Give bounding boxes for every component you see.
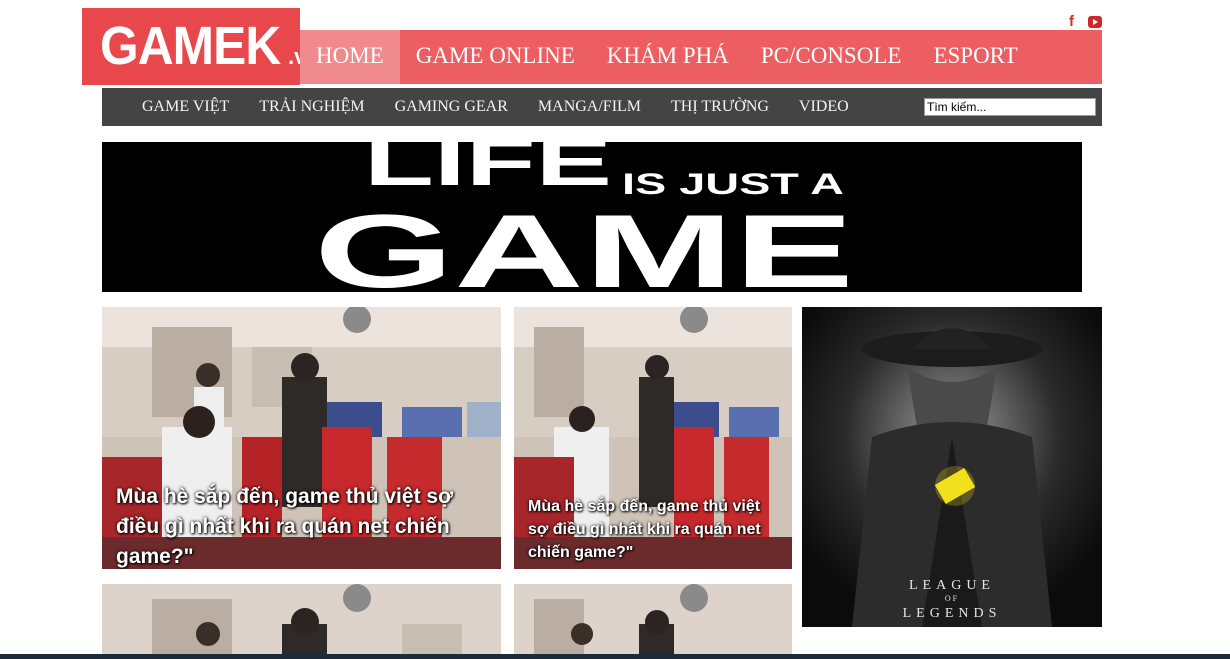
subnav-video[interactable]: VIDEO xyxy=(784,98,864,116)
ad-line-of: OF xyxy=(945,594,959,603)
nav-home[interactable]: HOME xyxy=(300,30,400,84)
article-photo-4 xyxy=(514,584,792,659)
subnav-gaming-gear[interactable]: GAMING GEAR xyxy=(380,98,523,116)
subnav-manga-film[interactable]: MANGA/FILM xyxy=(523,98,656,116)
nav-kham-pha[interactable]: KHÁM PHÁ xyxy=(591,30,745,84)
article-card-2[interactable]: Mùa hè sắp đến, game thủ việt sợ điều gì… xyxy=(514,307,792,569)
banner-line-game: GAME xyxy=(314,194,854,292)
nav-pc-console[interactable]: PC/CONSOLE xyxy=(745,30,918,84)
facebook-icon[interactable]: f xyxy=(1069,13,1074,30)
article-title-1[interactable]: Mùa hè sắp đến, game thủ việt sợ điều gì… xyxy=(116,482,486,569)
article-card-1[interactable]: Mùa hè sắp đến, game thủ việt sợ điều gì… xyxy=(102,307,501,569)
banner-life-is-just-a-game[interactable]: LIFE IS JUST A GAME xyxy=(102,142,1082,292)
article-card-3[interactable] xyxy=(102,584,501,659)
article-card-4[interactable] xyxy=(514,584,792,659)
nav-game-online[interactable]: GAME ONLINE xyxy=(400,30,591,84)
league-of-legends-ad[interactable]: LEAGUE OF LEGENDS xyxy=(802,307,1102,627)
taskbar-strip xyxy=(0,654,1230,659)
article-photo-3 xyxy=(102,584,501,659)
article-title-2[interactable]: Mùa hè sắp đến, game thủ việt sợ điều gì… xyxy=(528,495,773,564)
main-nav: HOME GAME ONLINE KHÁM PHÁ PC/CONSOLE ESP… xyxy=(300,30,1102,84)
logo-text: GAMEK xyxy=(100,16,281,76)
ad-line-legends: LEGENDS xyxy=(903,606,1002,621)
social-links: f xyxy=(1069,13,1102,30)
ad-line-league: LEAGUE xyxy=(909,578,995,593)
subnav-game-viet[interactable]: GAME VIỆT xyxy=(127,98,244,116)
youtube-icon[interactable] xyxy=(1088,15,1102,28)
subnav-thi-truong[interactable]: THỊ TRƯỜNG xyxy=(656,98,784,116)
banner-line-life: LIFE xyxy=(364,142,612,200)
search-input[interactable] xyxy=(924,98,1096,116)
nav-esport[interactable]: ESPORT xyxy=(917,30,1033,84)
subnav-trai-nghiem[interactable]: TRẢI NGHIỆM xyxy=(244,98,379,116)
site-logo[interactable]: GAMEK .vn xyxy=(82,8,320,85)
